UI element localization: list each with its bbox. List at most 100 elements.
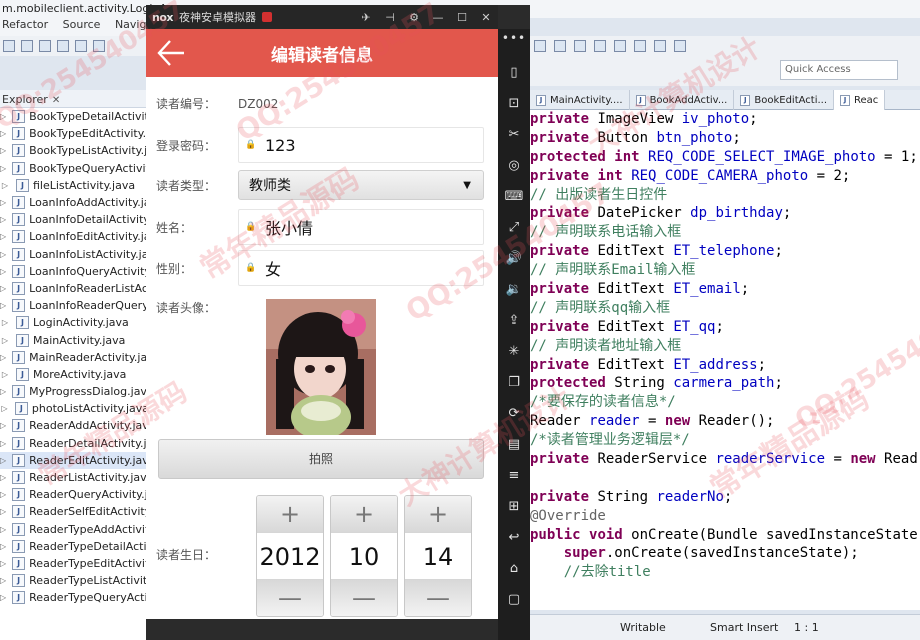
tree-item[interactable]: ▷ JReaderDetailActivity.java bbox=[0, 435, 149, 452]
run-icon[interactable] bbox=[554, 40, 566, 52]
day-decrement-button[interactable]: — bbox=[405, 580, 471, 616]
expand-arrow-icon[interactable]: ▷ bbox=[0, 370, 10, 379]
tree-item[interactable]: ▷ J MyProgressDialog.java bbox=[0, 383, 149, 400]
shake-icon[interactable]: ✳ bbox=[504, 342, 524, 362]
expand-arrow-icon[interactable]: ▷ bbox=[0, 112, 6, 121]
explorer-tab[interactable]: Explorer ✕ bbox=[0, 90, 149, 108]
tree-item[interactable]: ▷ J MoreActivity.java bbox=[0, 366, 149, 383]
expand-arrow-icon[interactable]: ▷ bbox=[0, 198, 6, 207]
close-icon[interactable]: ✕ bbox=[474, 11, 498, 24]
tree-item[interactable]: ▷ J ReaderListActivity.java bbox=[0, 469, 149, 486]
tree-item[interactable]: ▷ JLoanInfoReaderListActivity.java bbox=[0, 280, 149, 297]
expand-arrow-icon[interactable]: ▷ bbox=[0, 525, 6, 534]
robot-icon[interactable]: ⊡ bbox=[504, 94, 524, 114]
expand-arrow-icon[interactable]: ▷ bbox=[0, 542, 6, 551]
location-icon[interactable]: ◎ bbox=[504, 156, 524, 176]
expand-arrow-icon[interactable]: ▷ bbox=[0, 129, 6, 138]
expand-arrow-icon[interactable]: ▷ bbox=[0, 593, 6, 602]
tree-item[interactable]: ▷ J ReaderEditActivity.java bbox=[0, 451, 149, 469]
month-value[interactable]: 10 bbox=[331, 532, 397, 580]
quick-access-input[interactable]: Quick Access bbox=[780, 60, 898, 80]
expand-arrow-icon[interactable]: ▷ bbox=[0, 232, 6, 241]
print-icon[interactable] bbox=[39, 40, 51, 52]
new-icon[interactable] bbox=[3, 40, 15, 52]
expand-arrow-icon[interactable]: ▷ bbox=[0, 164, 6, 173]
import-icon[interactable] bbox=[57, 40, 69, 52]
expand-arrow-icon[interactable]: ▷ bbox=[0, 181, 10, 190]
expand-icon[interactable]: ⊞ bbox=[504, 497, 524, 517]
close-icon[interactable]: ✕ bbox=[52, 95, 60, 106]
volume-up-icon[interactable]: 🔊 bbox=[504, 249, 524, 269]
month-increment-button[interactable]: + bbox=[331, 496, 397, 532]
expand-arrow-icon[interactable]: ▷ bbox=[0, 421, 6, 430]
sidebar-toggle-icon[interactable]: ⊣ bbox=[378, 11, 402, 24]
minimize-icon[interactable]: — bbox=[426, 11, 450, 24]
tree-item[interactable]: ▷ JLoanInfoDetailActivity.java bbox=[0, 211, 149, 228]
tree-item[interactable]: ▷ JLoanInfoQueryActivity.java bbox=[0, 263, 149, 280]
tree-item[interactable]: ▷ J MainReaderActivity.java bbox=[0, 349, 149, 366]
expand-arrow-icon[interactable]: ▷ bbox=[0, 146, 6, 155]
editor-tab-reader[interactable]: J Reac bbox=[834, 90, 886, 110]
maximize-icon[interactable]: ☐ bbox=[450, 11, 474, 24]
tree-item[interactable]: ▷ J MainActivity.java bbox=[0, 331, 149, 348]
expand-arrow-icon[interactable]: ▷ bbox=[0, 387, 6, 396]
password-field[interactable]: 🔒 123 bbox=[238, 127, 484, 163]
year-decrement-button[interactable]: — bbox=[257, 580, 323, 616]
tree-item[interactable]: ▷ JBookTypeListActivity.java bbox=[0, 142, 149, 159]
reader-type-spinner[interactable]: 教师类 ▼ bbox=[238, 170, 484, 200]
tree-item[interactable]: ▷ JReaderTypeAddActivity.java bbox=[0, 521, 149, 538]
android-sdk-icon[interactable] bbox=[75, 40, 87, 52]
expand-arrow-icon[interactable]: ▷ bbox=[0, 284, 6, 293]
video-icon[interactable]: ▤ bbox=[504, 435, 524, 455]
menu-source[interactable]: Source bbox=[63, 18, 101, 31]
expand-arrow-icon[interactable]: ▷ bbox=[0, 404, 9, 413]
expand-arrow-icon[interactable]: ▷ bbox=[0, 215, 6, 224]
code-editor[interactable]: private ImageView iv_photo; private Butto… bbox=[530, 110, 920, 610]
tree-item[interactable]: ▷ J LoginActivity.java bbox=[0, 314, 149, 331]
macro-icon[interactable]: ⟳ bbox=[504, 404, 524, 424]
expand-arrow-icon[interactable]: ▷ bbox=[0, 250, 6, 259]
name-field[interactable]: 🔒 张小倩 bbox=[238, 209, 484, 245]
forward-nav-icon[interactable] bbox=[674, 40, 686, 52]
tree-item[interactable]: ▷ JLoanInfoAddActivity.java bbox=[0, 194, 149, 211]
tree-item[interactable]: ▷ JLoanInfoEditActivity.java bbox=[0, 228, 149, 245]
back-nav-icon[interactable] bbox=[654, 40, 666, 52]
home-icon[interactable]: ⌂ bbox=[504, 559, 524, 579]
tree-item[interactable]: ▷ J LoanInfoListActivity.java bbox=[0, 246, 149, 263]
more-dots-icon[interactable]: ••• bbox=[498, 31, 530, 45]
tree-item[interactable]: ▷ JReaderTypeDetailActivity.java bbox=[0, 538, 149, 555]
save-icon[interactable] bbox=[21, 40, 33, 52]
tree-item[interactable]: ▷ JReaderTypeEditActivity.java bbox=[0, 555, 149, 572]
reader-photo[interactable] bbox=[266, 299, 376, 435]
menu-refactor[interactable]: Refactor bbox=[2, 18, 48, 31]
menu-navigate[interactable]: Navigate bbox=[115, 18, 150, 31]
next-annotation-icon[interactable] bbox=[634, 40, 646, 52]
expand-arrow-icon[interactable]: ▷ bbox=[0, 576, 6, 585]
take-photo-button[interactable]: 拍照 bbox=[158, 439, 484, 479]
pin-icon[interactable]: ✈ bbox=[354, 11, 378, 24]
apk-icon[interactable]: ⇪ bbox=[504, 311, 524, 331]
phone-icon[interactable]: ▯ bbox=[504, 63, 524, 83]
gender-field[interactable]: 🔒 女 bbox=[238, 250, 484, 286]
tree-item[interactable]: ▷ JBookTypeDetailActivity.java bbox=[0, 108, 149, 125]
tree-item[interactable]: ▷ JReaderQueryActivity.java bbox=[0, 486, 149, 503]
editor-tab-bookedit[interactable]: J BookEditActi... bbox=[734, 90, 835, 110]
expand-arrow-icon[interactable]: ▷ bbox=[0, 507, 6, 516]
tree-item[interactable]: ▷ JBookTypeQueryActivity.java bbox=[0, 160, 149, 177]
tree-item[interactable]: ▷ JphotoListActivity.java bbox=[0, 400, 149, 417]
tree-item[interactable]: ▷ JReaderTypeQueryActivity.java bbox=[0, 589, 149, 606]
year-value[interactable]: 2012 bbox=[257, 532, 323, 580]
back-arrow-icon[interactable] bbox=[146, 29, 194, 77]
expand-arrow-icon[interactable]: ▷ bbox=[0, 490, 6, 499]
expand-arrow-icon[interactable]: ▷ bbox=[0, 353, 6, 362]
editor-tab-bookadd[interactable]: J BookAddActiv... bbox=[630, 90, 735, 110]
avd-icon[interactable] bbox=[93, 40, 105, 52]
open-type-icon[interactable] bbox=[594, 40, 606, 52]
expand-arrow-icon[interactable]: ▷ bbox=[0, 318, 10, 327]
back-icon[interactable]: ↩ bbox=[504, 528, 524, 548]
search-icon[interactable] bbox=[614, 40, 626, 52]
menu-icon[interactable]: ≡ bbox=[504, 466, 524, 486]
day-value[interactable]: 14 bbox=[405, 532, 471, 580]
tree-item[interactable]: ▷ J ReaderAddActivity.java bbox=[0, 417, 149, 434]
expand-arrow-icon[interactable]: ▷ bbox=[0, 439, 6, 448]
